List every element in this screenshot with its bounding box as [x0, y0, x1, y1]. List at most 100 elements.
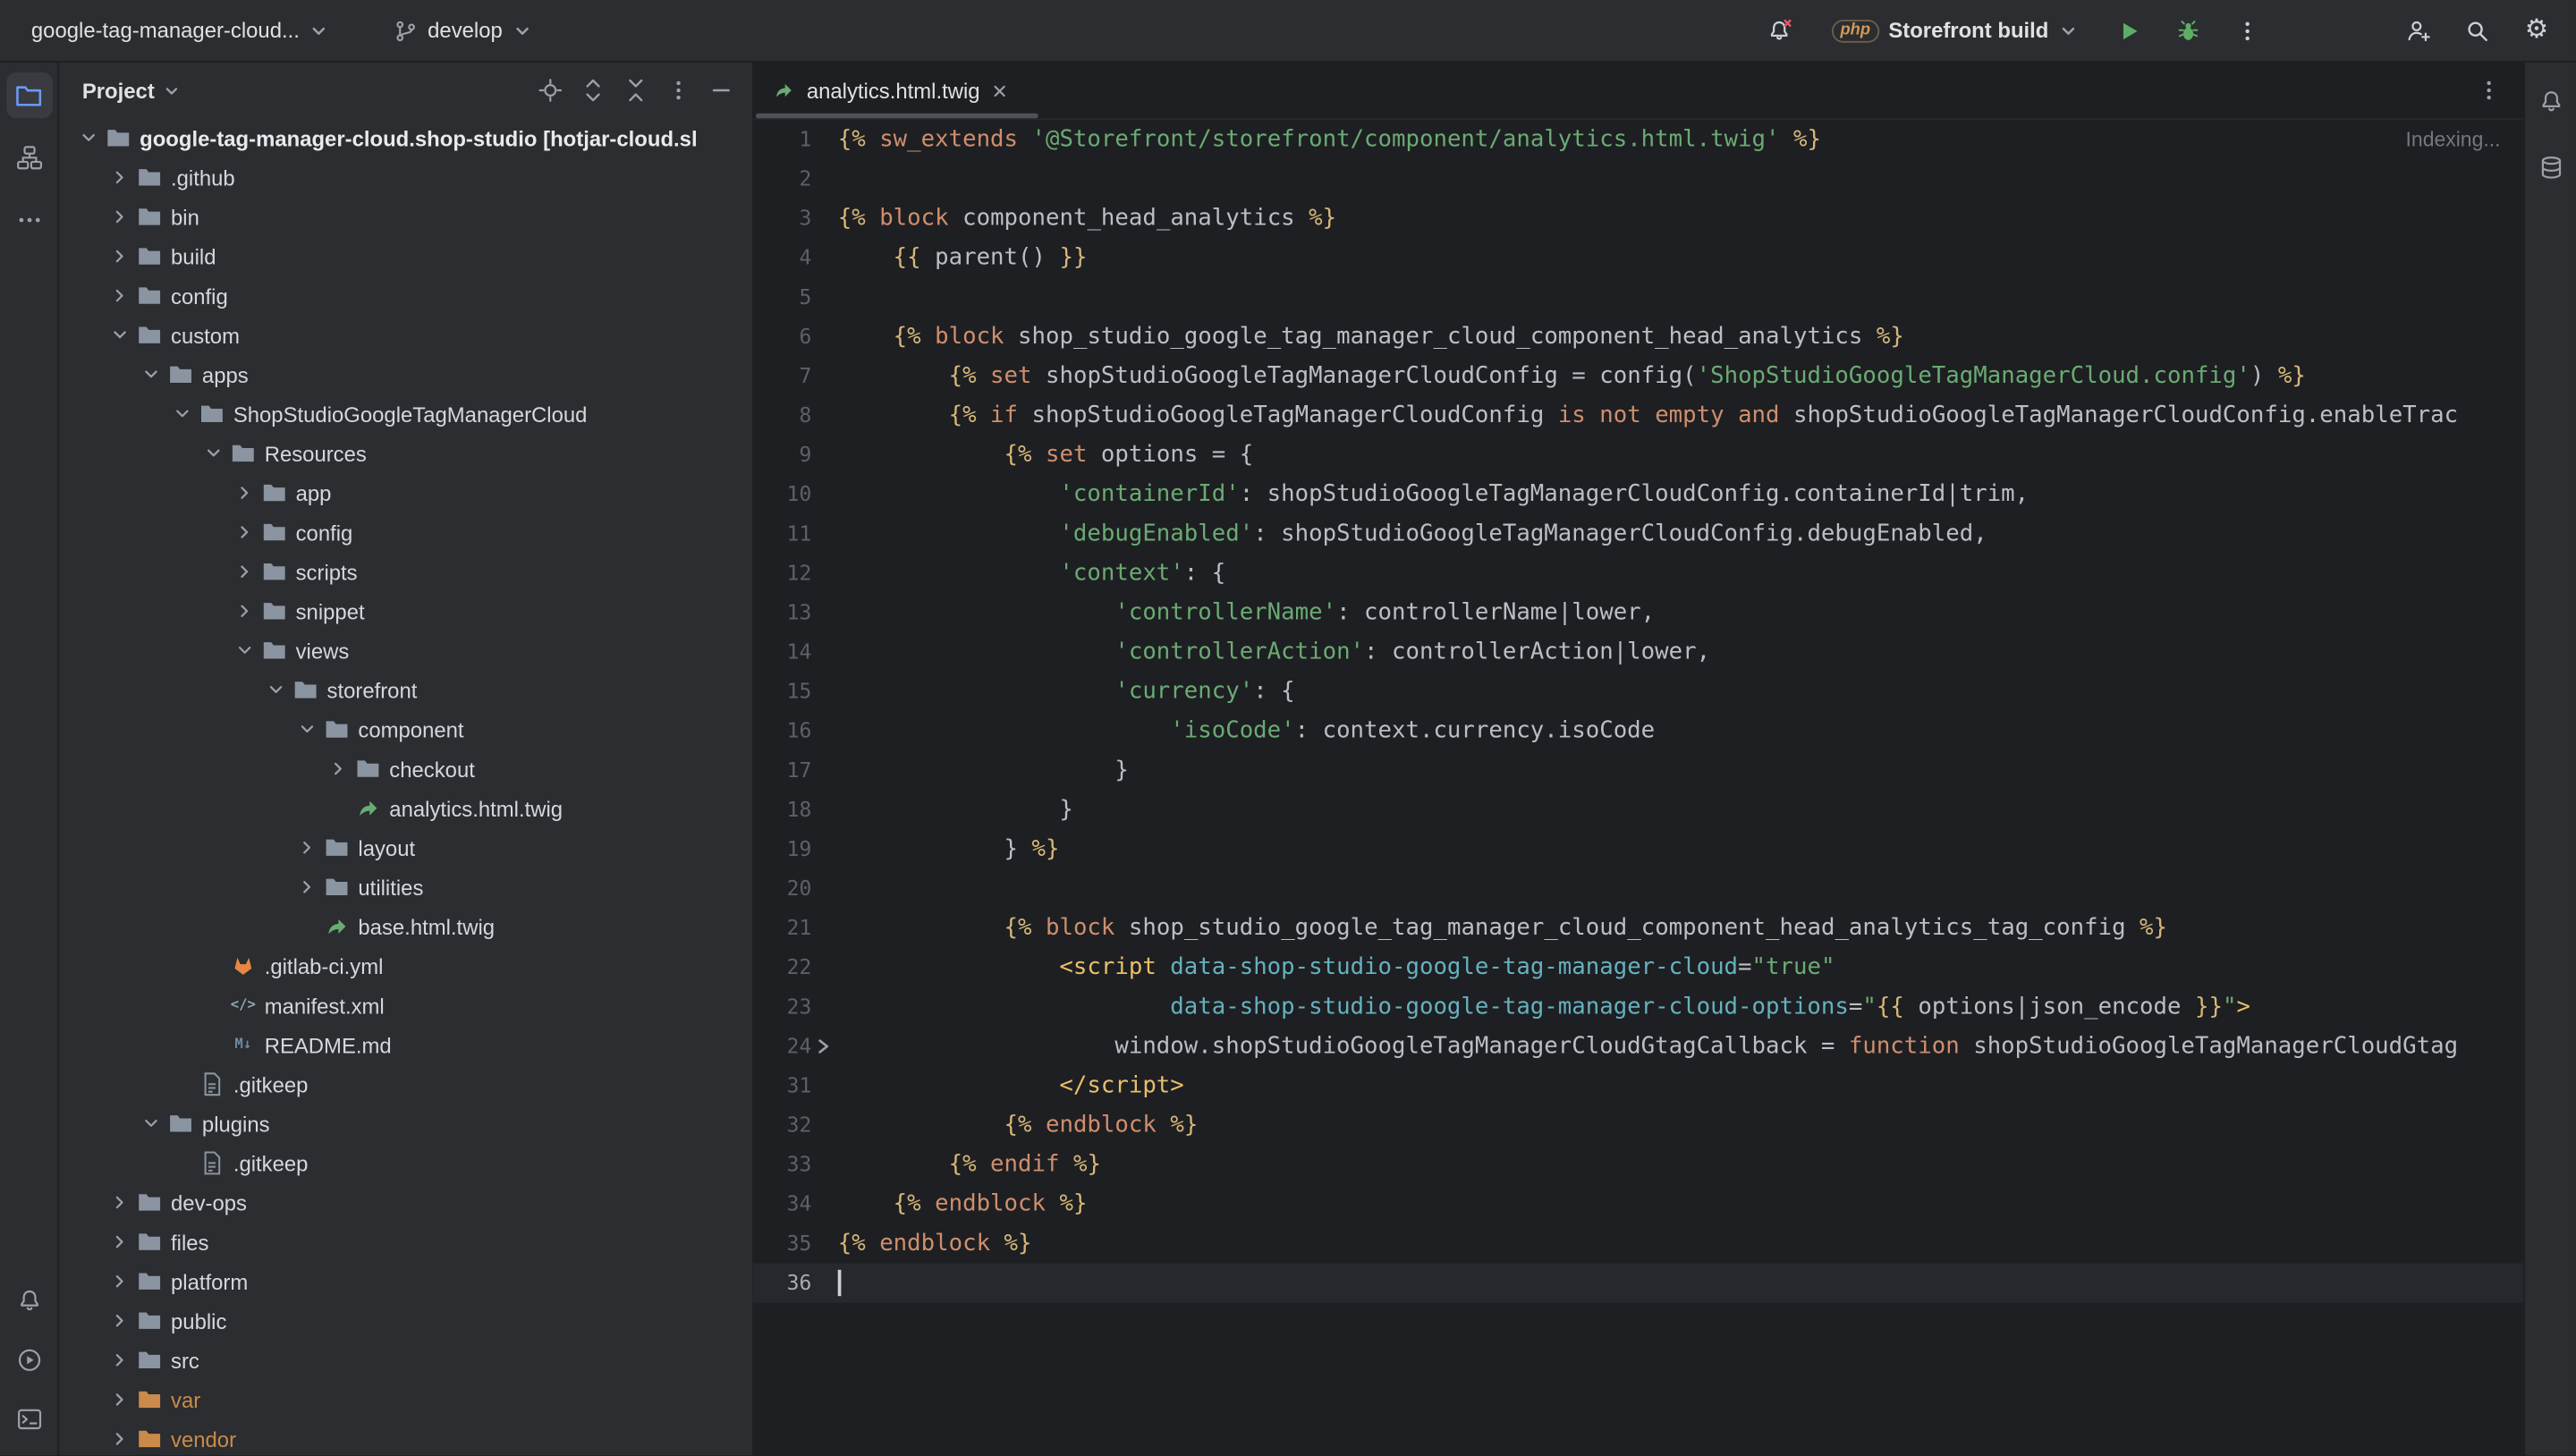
tree-chevron-icon[interactable]	[326, 756, 352, 782]
tree-chevron-icon[interactable]	[232, 638, 258, 664]
tree-item[interactable]: utilities	[59, 868, 752, 907]
tree-chevron-icon[interactable]	[106, 283, 132, 309]
tree-chevron-icon[interactable]	[106, 1189, 132, 1215]
tree-item[interactable]: build	[59, 236, 752, 275]
tree-item[interactable]: google-tag-manager-cloud.shop-studio [ho…	[59, 118, 752, 157]
editor-tab[interactable]: analytics.html.twig	[752, 63, 1029, 118]
folder-icon	[230, 440, 256, 466]
tree-item[interactable]: ShopStudioGoogleTagManagerCloud	[59, 394, 752, 434]
tree-item[interactable]: src	[59, 1341, 752, 1380]
tree-item[interactable]: var	[59, 1380, 752, 1419]
tree-chevron-icon[interactable]	[232, 598, 258, 624]
branch-selector[interactable]: develop	[384, 12, 544, 49]
tree-item[interactable]: component	[59, 709, 752, 749]
tree-chevron-icon[interactable]	[106, 165, 132, 190]
tree-chevron-icon[interactable]	[106, 1426, 132, 1452]
tree-item[interactable]: bin	[59, 197, 752, 236]
tree-chevron-icon[interactable]	[106, 322, 132, 348]
more-actions-button[interactable]	[2228, 11, 2267, 50]
tree-item[interactable]: base.html.twig	[59, 907, 752, 946]
debug-button[interactable]	[2168, 11, 2207, 50]
run-button[interactable]	[2109, 11, 2148, 50]
terminal-tool-button[interactable]	[5, 1396, 51, 1442]
tree-item[interactable]: config	[59, 276, 752, 316]
panel-options-button[interactable]	[660, 72, 696, 108]
tree-chevron-icon[interactable]	[232, 558, 258, 584]
tree-item[interactable]: .gitkeep	[59, 1143, 752, 1182]
tree-chevron-icon[interactable]	[294, 874, 320, 900]
select-opened-file-button[interactable]	[532, 72, 568, 108]
tree-item[interactable]: dev-ops	[59, 1182, 752, 1222]
tree-chevron-icon[interactable]	[294, 716, 320, 742]
tree-chevron-icon[interactable]	[232, 479, 258, 505]
project-panel-title: Project	[82, 78, 155, 103]
project-selector[interactable]: google-tag-manager-cloud...	[20, 12, 341, 49]
tree-item-label: custom	[171, 323, 240, 348]
close-tab-button[interactable]	[991, 81, 1009, 99]
services-tool-button[interactable]	[5, 1337, 51, 1383]
tree-item[interactable]: snippet	[59, 591, 752, 631]
database-tool-button[interactable]	[2528, 145, 2573, 190]
expand-all-button[interactable]	[575, 72, 611, 108]
tree-chevron-icon[interactable]	[138, 361, 164, 387]
tree-item[interactable]: layout	[59, 828, 752, 868]
kebab-menu-icon	[667, 79, 691, 102]
search-everywhere-button[interactable]	[2458, 11, 2497, 50]
tree-item[interactable]: scripts	[59, 552, 752, 591]
tree-chevron-icon[interactable]	[106, 204, 132, 230]
collapse-all-button[interactable]	[618, 72, 654, 108]
tree-chevron-icon[interactable]	[75, 125, 101, 151]
notifications-button[interactable]	[2528, 79, 2573, 124]
tree-chevron-icon[interactable]	[106, 1347, 132, 1373]
tree-chevron-icon[interactable]	[200, 440, 226, 466]
code-editor[interactable]: 1{% sw_extends '@Storefront/storefront/c…	[752, 120, 2523, 1455]
tree-item[interactable]: apps	[59, 355, 752, 394]
tree-chevron-icon[interactable]	[106, 1308, 132, 1333]
tree-chevron-icon[interactable]	[106, 1268, 132, 1294]
tree-item[interactable]: vendor	[59, 1419, 752, 1455]
more-tool-windows-button[interactable]	[5, 197, 51, 242]
tree-item[interactable]: </>manifest.xml	[59, 986, 752, 1025]
code-text: {% endblock %}	[835, 1105, 1198, 1145]
tree-item[interactable]: analytics.html.twig	[59, 789, 752, 828]
tree-item[interactable]: app	[59, 473, 752, 512]
tree-chevron-icon[interactable]	[106, 243, 132, 269]
fold-region-icon[interactable]	[811, 1027, 835, 1066]
notifications-tool-button[interactable]	[5, 1278, 51, 1324]
tree-chevron-icon[interactable]	[294, 834, 320, 860]
tree-chevron-icon[interactable]	[138, 1111, 164, 1137]
code-text: {% sw_extends '@Storefront/storefront/co…	[835, 120, 1821, 159]
tree-item[interactable]: storefront	[59, 670, 752, 709]
tab-scrollbar[interactable]	[756, 114, 1038, 119]
code-with-me-button[interactable]	[2399, 11, 2438, 50]
tree-item[interactable]: views	[59, 631, 752, 670]
editor-options-button[interactable]	[2470, 72, 2506, 108]
tree-item[interactable]: public	[59, 1301, 752, 1341]
fold-slot	[811, 750, 835, 790]
project-view-selector[interactable]: Project	[82, 78, 181, 103]
project-tool-button[interactable]	[5, 72, 51, 118]
notifications-error-icon[interactable]	[1761, 11, 1801, 50]
structure-tool-button[interactable]	[5, 135, 51, 181]
fold-slot	[811, 396, 835, 436]
tree-item[interactable]: config	[59, 512, 752, 552]
tree-chevron-icon[interactable]	[232, 519, 258, 545]
fold-slot	[811, 1184, 835, 1223]
tree-item[interactable]: .github	[59, 157, 752, 197]
settings-button[interactable]: ⚙	[2517, 11, 2556, 50]
tree-item[interactable]: M↓README.md	[59, 1025, 752, 1064]
tree-chevron-icon[interactable]	[106, 1386, 132, 1412]
tree-item[interactable]: .gitlab-ci.yml	[59, 946, 752, 986]
tree-item[interactable]: platform	[59, 1262, 752, 1301]
tree-item[interactable]: checkout	[59, 749, 752, 789]
tree-item[interactable]: .gitkeep	[59, 1064, 752, 1104]
tree-item[interactable]: plugins	[59, 1104, 752, 1143]
run-configuration-selector[interactable]: php Storefront build	[1820, 12, 2089, 49]
tree-item[interactable]: Resources	[59, 434, 752, 473]
tree-item[interactable]: custom	[59, 316, 752, 355]
tree-item[interactable]: files	[59, 1223, 752, 1262]
tree-chevron-icon[interactable]	[169, 401, 195, 427]
hide-panel-button[interactable]	[703, 72, 739, 108]
tree-chevron-icon[interactable]	[106, 1229, 132, 1255]
tree-chevron-icon[interactable]	[263, 677, 289, 703]
